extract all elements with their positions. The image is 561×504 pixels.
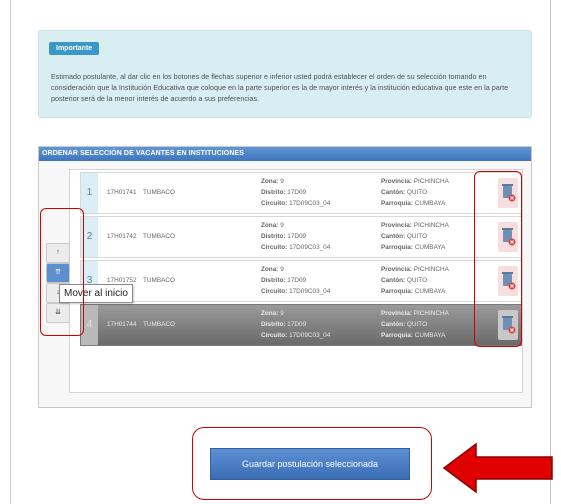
info-text: Estimado postulante, al dar clic en los … <box>51 72 509 103</box>
important-badge: Importante <box>49 42 100 55</box>
vacancy-row-selected[interactable]: 4 17H01744 TUMBACO Zona: 9 Distrito: 17D… <box>80 304 522 346</box>
vacancy-row[interactable]: 3 17H01752 TUMBACO Zona: 9 Distrito: 17D… <box>80 260 522 302</box>
province-info: Provincia: PICHINCHA Cantón: QUITO Parro… <box>381 178 449 207</box>
red-arrow-icon <box>442 442 553 494</box>
institution-parish: TUMBACO <box>143 189 175 196</box>
location-info: Zona: 9 Distrito: 17D09 Circuito: 17D09C… <box>261 310 331 339</box>
save-selection-button[interactable]: Guardar postulación seleccionada <box>210 448 410 480</box>
location-info: Zona: 9 Distrito: 17D09 Circuito: 17D09C… <box>261 222 331 251</box>
institution-parish: TUMBACO <box>143 233 175 240</box>
panel-title: ORDENAR SELECCIÓN DE VACANTES EN INSTITU… <box>39 147 531 161</box>
info-box: Importante Estimado postulante, al dar c… <box>38 30 532 118</box>
location-info: Zona: 9 Distrito: 17D09 Circuito: 17D09C… <box>261 178 331 207</box>
delete-highlight <box>474 171 522 347</box>
institution-code: 17H01741 <box>107 189 137 196</box>
vacancy-row[interactable]: 1 17H01741 TUMBACO Zona: 9 Distrito: 17D… <box>80 172 522 214</box>
ordering-panel: ORDENAR SELECCIÓN DE VACANTES EN INSTITU… <box>38 146 532 408</box>
vacancy-list: 1 17H01741 TUMBACO Zona: 9 Distrito: 17D… <box>69 169 523 393</box>
institution-parish: TUMBACO <box>143 277 175 284</box>
province-info: Provincia: PICHINCHA Cantón: QUITO Parro… <box>381 266 449 295</box>
institution-code: 17H01744 <box>107 321 137 328</box>
row-number: 1 <box>81 173 98 213</box>
province-info: Provincia: PICHINCHA Cantón: QUITO Parro… <box>381 310 449 339</box>
arrows-highlight <box>40 208 84 336</box>
location-info: Zona: 9 Distrito: 17D09 Circuito: 17D09C… <box>261 266 331 295</box>
vacancy-row[interactable]: 2 17H01742 TUMBACO Zona: 9 Distrito: 17D… <box>80 216 522 258</box>
institution-code: 17H01742 <box>107 233 137 240</box>
province-info: Provincia: PICHINCHA Cantón: QUITO Parro… <box>381 222 449 251</box>
institution-parish: TUMBACO <box>143 321 175 328</box>
